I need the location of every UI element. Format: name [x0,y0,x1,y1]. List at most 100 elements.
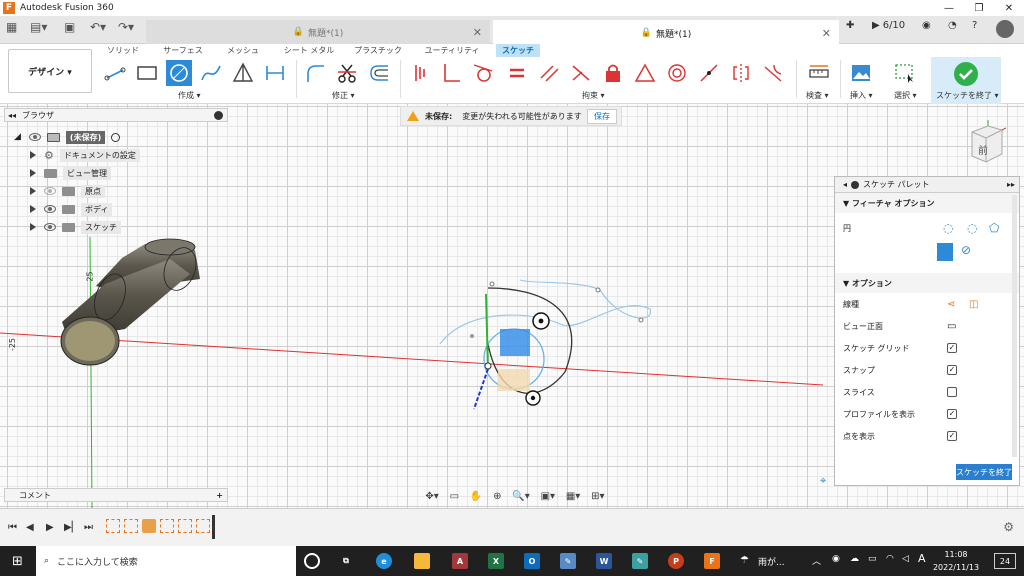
tangent-circle-icon[interactable] [937,243,953,261]
word-icon[interactable]: W [596,553,612,569]
tangent-icon[interactable] [470,60,496,86]
minimize-button[interactable]: — [934,0,964,16]
design-workspace-button[interactable]: デザイン ▾ [8,49,92,93]
save-icon[interactable]: ▣ [64,20,75,34]
maximize-button[interactable]: ❐ [964,0,994,16]
symmetry-icon[interactable] [728,60,754,86]
go-to-start-icon[interactable]: ⏮ [8,522,17,533]
step-forward-icon[interactable]: ▶▏ [64,522,79,533]
sticky-notes-icon[interactable]: ✎ [632,553,648,569]
go-to-end-icon[interactable]: ⏭ [84,522,93,533]
notification-center-icon[interactable]: 24 [994,553,1016,569]
snap-checkbox[interactable]: ✓ [947,365,957,375]
select-group-label[interactable]: 選択 ▾ [894,90,917,101]
redo-icon[interactable]: ↷▾ [118,20,134,34]
add-comment-button[interactable]: + [216,491,223,500]
look-at-icon[interactable]: ▭ [450,491,459,502]
fix-constraint-icon[interactable] [408,60,434,86]
insert-group-label[interactable]: 挿入 ▾ [850,90,873,101]
browser-pin-icon[interactable] [214,110,223,120]
eye-icon[interactable] [44,187,56,195]
new-tab-button[interactable]: ✚ [846,20,854,31]
expand-down-icon[interactable]: ◢ [14,132,21,142]
tangent-three-circle-icon[interactable]: ⊘ [961,243,971,257]
sketch-feature-icon[interactable] [178,519,192,533]
access-icon[interactable]: A [452,553,468,569]
line-tool-icon[interactable] [102,60,128,86]
sketch-grid-checkbox[interactable]: ✓ [947,343,957,353]
browser-panel-header[interactable]: ◂◂ ブラウザ [4,108,228,122]
comments-panel-header[interactable]: コメント + [4,488,228,502]
finish-sketch-button[interactable]: スケッチを終了 [956,464,1012,480]
expand-right-icon[interactable] [30,169,36,177]
two-point-circle-icon[interactable]: ◌ [967,221,977,235]
select-window-icon[interactable] [892,60,918,86]
file-icon[interactable]: ▤▾ [30,20,47,34]
sweep-feature-icon[interactable] [142,519,156,533]
expand-right-icon[interactable] [30,223,36,231]
browser-item-sketches[interactable]: スケッチ [14,219,121,235]
look-at-icon[interactable]: ▭ [947,321,956,332]
expand-panel-icon[interactable]: ▸▸ [1007,180,1015,189]
zoom-icon[interactable]: 🔍▾ [512,491,529,502]
play-icon[interactable]: ▶ [46,522,54,533]
palette-header[interactable]: ◂ スケッチ パレット ▸▸ [835,177,1019,193]
collinear-icon[interactable] [696,60,722,86]
centerline-icon[interactable]: ◫ [969,299,978,310]
task-view-icon[interactable]: ⧉ [338,553,354,569]
pan-hand-icon[interactable]: ✋ [470,491,482,502]
tab-sheet-metal[interactable]: シート メタル [282,44,336,57]
three-point-circle-icon[interactable]: ⬠ [989,221,999,235]
tray-app-icon[interactable]: ◉ [832,554,840,564]
constraints-group-label[interactable]: 拘束 ▾ [582,90,605,101]
inspect-group-label[interactable]: 検査 ▾ [806,90,829,101]
insert-image-icon[interactable] [848,60,874,86]
feature-options-header[interactable]: ▼ フィーチャ オプション [835,193,1019,213]
cortana-icon[interactable] [304,553,320,569]
parallel-icon[interactable] [536,60,562,86]
construction-line-icon[interactable]: ⋖ [947,299,955,310]
browser-item-bodies[interactable]: ボディ [14,201,113,217]
tab-surface[interactable]: サーフェス [160,44,206,57]
collapse-panel-icon[interactable]: ◂◂ [8,111,16,120]
taskbar-search[interactable]: ⌕ ここに入力して検索 [36,546,296,576]
document-tab-1[interactable]: 🔒 無題*(1) ✕ [146,20,490,44]
browser-item-origin[interactable]: 原点 [14,183,105,199]
file-explorer-icon[interactable] [414,553,430,569]
powerpoint-icon[interactable]: P [668,553,684,569]
create-group-label[interactable]: 作成 ▾ [178,90,201,101]
palette-pin-icon[interactable] [851,180,860,189]
close-tab-icon[interactable]: ✕ [473,26,482,39]
tray-chevron-icon[interactable]: ︿ [812,554,821,567]
grid-settings-icon[interactable]: ▦▾ [566,491,580,502]
zoom-window-icon[interactable]: ⊕ [493,491,501,502]
fillet-tool-icon[interactable] [302,60,328,86]
show-profile-checkbox[interactable]: ✓ [947,409,957,419]
extensions-icon[interactable]: ◉ [922,20,931,31]
view-cube[interactable]: 前 [968,120,1007,166]
eye-icon[interactable] [44,223,56,231]
tab-solid[interactable]: ソリッド [100,44,146,57]
weather-icon[interactable]: ☂ [740,555,749,566]
grid-menu-icon[interactable]: ▦ [6,20,17,34]
volume-icon[interactable]: ◁ [902,554,909,564]
browser-item-root[interactable]: ◢ (未保存) [14,129,121,145]
close-tab-icon[interactable]: ✕ [822,27,831,40]
browser-item-named-views[interactable]: ビュー管理 [14,165,111,181]
sketch-feature-icon[interactable] [196,519,210,533]
dimension-tool-icon[interactable] [262,60,288,86]
close-window-button[interactable]: ✕ [994,0,1024,16]
notifications-icon[interactable]: ◔ [948,20,957,31]
circle-tool-icon[interactable] [166,60,192,86]
save-button[interactable]: 保存 [587,108,617,124]
curvature-icon[interactable] [760,60,786,86]
center-diameter-circle-icon[interactable]: ◌ [943,221,953,235]
document-tab-2[interactable]: 🔒 無題*(1) ✕ [493,20,839,44]
outlook-icon[interactable]: O [524,553,540,569]
offset-tool-icon[interactable] [366,60,392,86]
coincident-icon[interactable] [568,60,594,86]
job-status[interactable]: ▶ 6/10 [872,20,905,31]
windows-start-icon[interactable]: ⊞ [12,554,23,569]
timeline-marker[interactable] [212,515,215,539]
step-back-icon[interactable]: ◀ [26,522,34,533]
